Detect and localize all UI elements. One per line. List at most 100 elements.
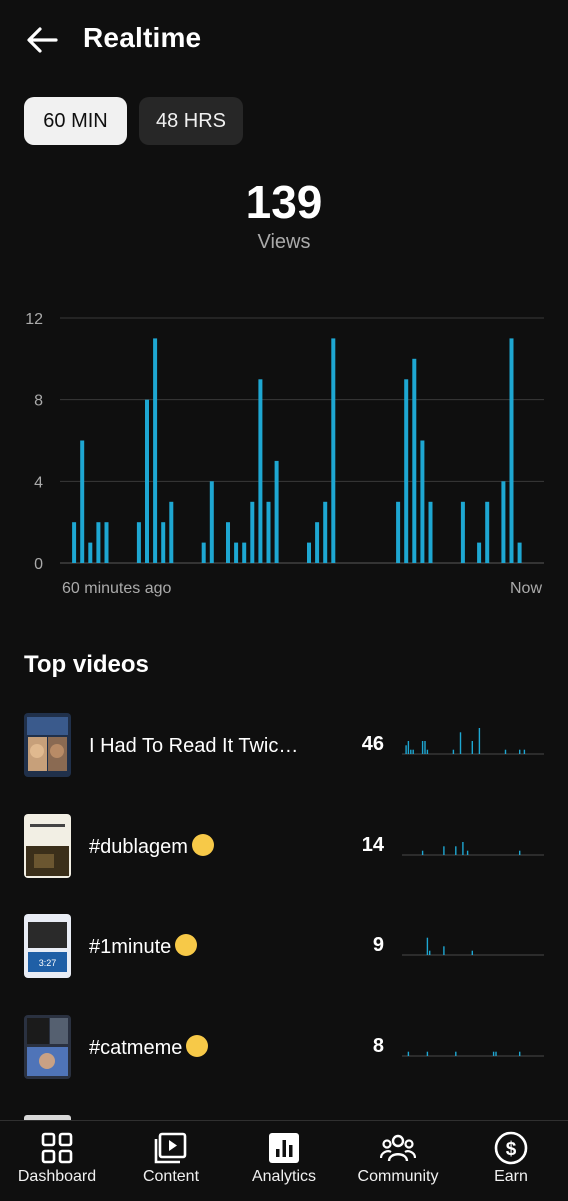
video-row[interactable]: 3:27 #1minute 9 [0,914,568,984]
chip-48-hrs[interactable]: 48 HRS [139,97,243,145]
sparkline-bar [523,749,526,754]
sleeping-face-emoji-icon [175,934,198,956]
dashboard-icon [41,1132,73,1164]
chart-bar [274,460,279,563]
sparkline-bar [519,1051,521,1056]
chart-bar [145,399,149,563]
chart-bar [80,440,85,563]
chart-bar [96,522,101,563]
sparkline-bar [504,749,507,754]
chart-bar [509,338,514,563]
chart-bar [396,501,401,564]
video-row[interactable]: I Had To Read It Twice 🤨 46 [0,713,568,783]
sparkline-bar [426,1051,429,1056]
chip-60-min[interactable]: 60 MIN [24,97,127,145]
video-views: 14 [361,834,384,856]
chart-bar [323,501,328,564]
chart-bar [266,501,271,564]
sparkline-bar [459,732,462,754]
sparkline-bar [462,842,464,855]
sparkline-bar [519,749,521,754]
video-row[interactable]: #catmeme 8 [0,1015,568,1085]
sparkline-bar [405,745,407,754]
video-thumbnail [24,1015,71,1079]
chart-bar [501,481,506,563]
sparkline-bar [495,1051,497,1056]
total-views-value: 139 [245,176,323,228]
video-sparkline [402,1051,544,1057]
chart-bar [209,481,214,563]
chart-bar [485,501,490,564]
video-title: I Had To Read It Twice 🤨 [89,735,309,757]
video-sparkline [402,937,544,956]
chart-bar [307,542,311,563]
chart-bar [477,542,482,563]
video-sparkline [402,728,544,755]
video-views: 46 [361,733,384,755]
chart-bar [331,338,336,563]
raised-eyebrow-emoji-icon [191,834,214,856]
nav-earn[interactable]: $ Earn [454,1121,568,1201]
chart-bar [242,542,247,563]
nav-label: Analytics [251,1168,317,1185]
chart-bar [404,379,409,564]
nav-label: Dashboard [17,1168,97,1185]
nav-label: Content [142,1168,200,1185]
sparkline-bar [492,1051,495,1056]
svg-text:$: $ [506,1139,517,1160]
chart-bar [226,522,230,563]
nav-label: Community [357,1168,439,1185]
nav-label: Earn [494,1168,528,1185]
chart-bar [258,379,263,564]
x-end-label: Now [510,580,542,597]
content-icon [154,1132,187,1164]
video-thumbnail: 3:27 [24,914,71,978]
video-title: #dublagem [89,834,309,859]
sparkline-bar [429,950,431,955]
bottom-navigation: Dashboard Content Analytics Community $ … [0,1120,568,1201]
top-videos-heading: Top videos [24,651,149,678]
x-start-label: 60 minutes ago [62,580,172,597]
sparkline-bar [471,741,473,754]
video-row[interactable]: #dublagem 14 [0,814,568,884]
chart-bar [250,501,255,564]
chart-bar [412,358,417,563]
sparkline-bar [466,850,469,855]
chart-bar [517,542,522,563]
chart-bar [104,522,109,563]
sparkline-bar [519,850,521,855]
y-tick-label: 0 [34,556,43,573]
video-views: 9 [372,934,384,956]
sparkline-bar [443,946,445,955]
nav-community[interactable]: Community [341,1121,455,1201]
chart-bar [88,542,93,563]
chart-bar [201,542,206,563]
chart-bar [460,501,465,564]
sparkline-bar [478,728,481,754]
page-title: Realtime [83,22,202,53]
video-views: 8 [372,1035,384,1057]
sparkline-bar [455,846,457,855]
top-bar: Realtime [0,0,568,80]
sparkline-bar [421,741,424,754]
nav-dashboard[interactable]: Dashboard [0,1121,114,1201]
sparkline-bar [443,846,445,855]
sparkline-bar [452,749,455,754]
nav-content[interactable]: Content [114,1121,228,1201]
chart-bar [428,501,433,564]
chart-bar [153,338,158,563]
realtime-views-chart: 12 8 4 0 60 minutes ago Now [25,311,544,597]
video-thumbnail [24,814,71,878]
sparkline-bar [421,850,424,855]
chart-bar [315,522,320,563]
nav-analytics[interactable]: Analytics [227,1121,341,1201]
back-arrow-icon[interactable] [22,22,62,58]
total-views-label: Views [257,231,311,253]
sparkline-bar [471,950,473,955]
video-title: #1minute [89,934,309,959]
chart-bar [169,501,174,564]
video-thumbnail [24,713,71,777]
sparkline-bar [407,741,410,754]
chart-bar [161,522,166,563]
svg-text:3:27: 3:27 [39,958,57,968]
